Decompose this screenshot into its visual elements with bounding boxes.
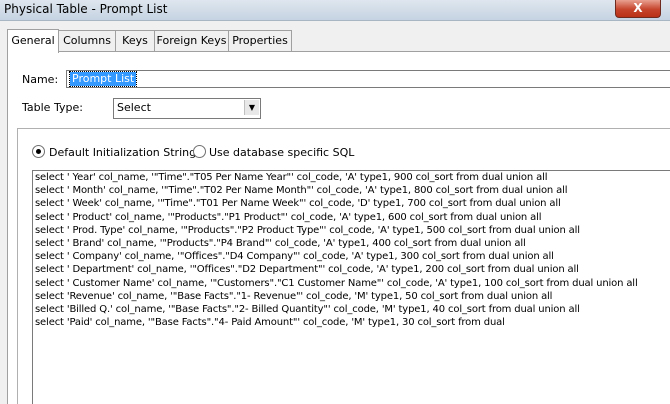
name-field[interactable]: Prompt List (66, 70, 670, 88)
sql-line: select ' Company' col_name, '"Offices"."… (35, 251, 554, 263)
radio-default-label[interactable]: Default Initialization String (49, 146, 196, 159)
sql-line: select ' Month' col_name, '"Time"."T02 P… (35, 185, 568, 197)
sql-line: select ' Prod. Type' col_name, '"Product… (35, 224, 580, 236)
chevron-down-icon[interactable]: ▼ (244, 100, 259, 115)
name-label: Name: (22, 73, 59, 86)
sql-line: select ' Department' col_name, '"Offices… (35, 264, 579, 276)
close-icon: X (633, 1, 643, 15)
sql-line: select ' Week' col_name, '"Time"."T01 Pe… (35, 198, 561, 210)
sql-line: select ' Year' col_name, '"Time"."T05 Pe… (35, 172, 548, 183)
close-button[interactable]: X (615, 0, 661, 18)
sql-line: select 'Paid' col_name, '"Base Facts"."4… (35, 317, 505, 329)
radio-default-init[interactable] (32, 145, 45, 158)
radio-database-specific[interactable] (193, 145, 206, 158)
tab-foreign-keys[interactable]: Foreign Keys (154, 30, 229, 51)
sql-line: select ' Brand' col_name, '"Products"."P… (35, 237, 526, 249)
title-bar: Physical Table - Prompt List X (0, 0, 670, 21)
tab-properties[interactable]: Properties (228, 30, 292, 51)
sql-lines: select ' Year' col_name, '"Time"."T05 Pe… (35, 171, 638, 329)
table-type-select[interactable]: Select ▼ (113, 98, 261, 119)
tab-general[interactable]: General (7, 29, 59, 53)
sql-line: select ' Product' col_name, '"Products".… (35, 211, 542, 223)
tab-keys[interactable]: Keys (115, 30, 155, 51)
table-type-value: Select (117, 101, 151, 114)
sql-line: select 'Revenue' col_name, '"Base Facts"… (35, 290, 553, 302)
sql-line: select ' Customer Name' col_name, '"Cust… (35, 277, 638, 289)
table-type-label: Table Type: (22, 101, 83, 114)
sql-textarea[interactable]: select ' Year' col_name, '"Time"."T05 Pe… (32, 170, 670, 404)
name-value: Prompt List (68, 71, 138, 87)
radio-specific-label[interactable]: Use database specific SQL (209, 146, 354, 159)
tab-columns[interactable]: Columns (58, 30, 116, 51)
window-title: Physical Table - Prompt List (4, 2, 168, 16)
radio-selected-dot (36, 149, 41, 154)
sql-line: select 'Billed Q.' col_name, '"Base Fact… (35, 303, 580, 315)
